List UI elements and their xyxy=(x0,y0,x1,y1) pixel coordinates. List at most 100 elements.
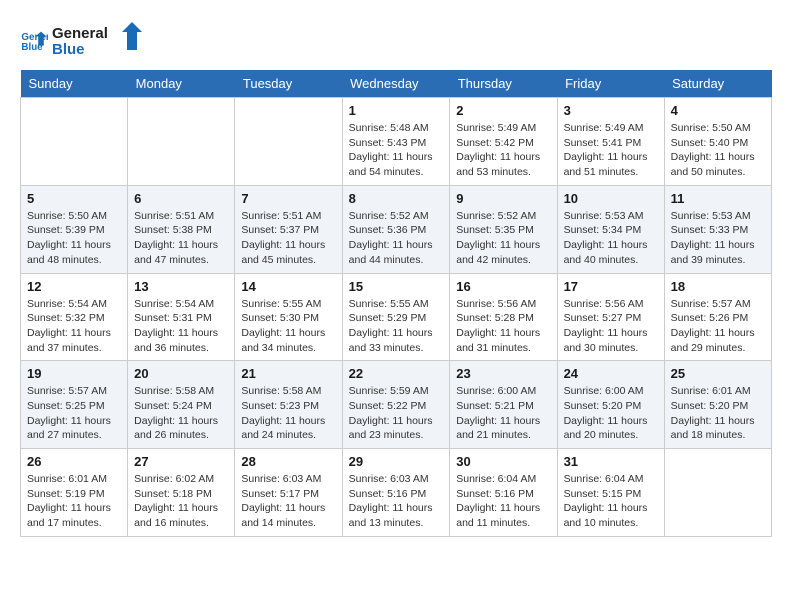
calendar-week-row: 19 Sunrise: 5:57 AMSunset: 5:25 PMDayligh… xyxy=(21,361,772,449)
calendar-day-cell: 19 Sunrise: 5:57 AMSunset: 5:25 PMDayligh… xyxy=(21,361,128,449)
calendar-week-row: 1 Sunrise: 5:48 AMSunset: 5:43 PMDaylight… xyxy=(21,98,772,186)
day-info: Sunrise: 5:51 AMSunset: 5:38 PMDaylight:… xyxy=(134,209,228,268)
day-info: Sunrise: 6:04 AMSunset: 5:16 PMDaylight:… xyxy=(456,472,550,531)
calendar-day-cell: 17 Sunrise: 5:56 AMSunset: 5:27 PMDayligh… xyxy=(557,273,664,361)
day-info: Sunrise: 5:49 AMSunset: 5:42 PMDaylight:… xyxy=(456,121,550,180)
calendar-week-row: 12 Sunrise: 5:54 AMSunset: 5:32 PMDayligh… xyxy=(21,273,772,361)
day-of-week-header: Tuesday xyxy=(235,70,342,98)
day-info: Sunrise: 5:52 AMSunset: 5:36 PMDaylight:… xyxy=(349,209,444,268)
calendar-day-cell: 30 Sunrise: 6:04 AMSunset: 5:16 PMDayligh… xyxy=(450,449,557,537)
day-number: 25 xyxy=(671,366,765,381)
logo-svg: General Blue xyxy=(52,20,142,60)
calendar-day-cell: 21 Sunrise: 5:58 AMSunset: 5:23 PMDayligh… xyxy=(235,361,342,449)
day-info: Sunrise: 5:57 AMSunset: 5:25 PMDaylight:… xyxy=(27,384,121,443)
day-info: Sunrise: 5:50 AMSunset: 5:39 PMDaylight:… xyxy=(27,209,121,268)
calendar-day-cell: 16 Sunrise: 5:56 AMSunset: 5:28 PMDayligh… xyxy=(450,273,557,361)
day-info: Sunrise: 5:50 AMSunset: 5:40 PMDaylight:… xyxy=(671,121,765,180)
day-number: 15 xyxy=(349,279,444,294)
calendar-day-cell: 6Sunrise: 5:51 AMSunset: 5:38 PMDaylight… xyxy=(128,185,235,273)
day-info: Sunrise: 6:03 AMSunset: 5:16 PMDaylight:… xyxy=(349,472,444,531)
day-number: 19 xyxy=(27,366,121,381)
day-number: 24 xyxy=(564,366,658,381)
day-of-week-header: Saturday xyxy=(664,70,771,98)
calendar-day-cell: 18 Sunrise: 5:57 AMSunset: 5:26 PMDayligh… xyxy=(664,273,771,361)
day-number: 3 xyxy=(564,103,658,118)
day-info: Sunrise: 6:04 AMSunset: 5:15 PMDaylight:… xyxy=(564,472,658,531)
calendar-day-cell: 1 Sunrise: 5:48 AMSunset: 5:43 PMDaylight… xyxy=(342,98,450,186)
day-info: Sunrise: 6:01 AMSunset: 5:20 PMDaylight:… xyxy=(671,384,765,443)
day-info: Sunrise: 5:57 AMSunset: 5:26 PMDaylight:… xyxy=(671,297,765,356)
calendar-day-cell: 12 Sunrise: 5:54 AMSunset: 5:32 PMDayligh… xyxy=(21,273,128,361)
day-number: 26 xyxy=(27,454,121,469)
day-number: 22 xyxy=(349,366,444,381)
day-number: 27 xyxy=(134,454,228,469)
calendar-day-cell: 29 Sunrise: 6:03 AMSunset: 5:16 PMDayligh… xyxy=(342,449,450,537)
calendar-day-cell: 24 Sunrise: 6:00 AMSunset: 5:20 PMDayligh… xyxy=(557,361,664,449)
day-info: Sunrise: 5:56 AMSunset: 5:27 PMDaylight:… xyxy=(564,297,658,356)
day-info: Sunrise: 5:56 AMSunset: 5:28 PMDaylight:… xyxy=(456,297,550,356)
calendar-day-cell: 3 Sunrise: 5:49 AMSunset: 5:41 PMDaylight… xyxy=(557,98,664,186)
calendar-day-cell xyxy=(128,98,235,186)
calendar-day-cell: 20Sunrise: 5:58 AMSunset: 5:24 PMDayligh… xyxy=(128,361,235,449)
calendar-day-cell: 15 Sunrise: 5:55 AMSunset: 5:29 PMDayligh… xyxy=(342,273,450,361)
calendar-day-cell: 5 Sunrise: 5:50 AMSunset: 5:39 PMDaylight… xyxy=(21,185,128,273)
day-number: 1 xyxy=(349,103,444,118)
calendar-day-cell: 28Sunrise: 6:03 AMSunset: 5:17 PMDayligh… xyxy=(235,449,342,537)
logo: General Blue General Blue xyxy=(20,20,142,60)
day-number: 17 xyxy=(564,279,658,294)
day-number: 30 xyxy=(456,454,550,469)
calendar-day-cell xyxy=(21,98,128,186)
day-number: 12 xyxy=(27,279,121,294)
day-number: 29 xyxy=(349,454,444,469)
day-info: Sunrise: 5:55 AMSunset: 5:29 PMDaylight:… xyxy=(349,297,444,356)
calendar-day-cell: 13Sunrise: 5:54 AMSunset: 5:31 PMDayligh… xyxy=(128,273,235,361)
calendar-day-cell: 23 Sunrise: 6:00 AMSunset: 5:21 PMDayligh… xyxy=(450,361,557,449)
day-info: Sunrise: 5:55 AMSunset: 5:30 PMDaylight:… xyxy=(241,297,335,356)
day-info: Sunrise: 5:49 AMSunset: 5:41 PMDaylight:… xyxy=(564,121,658,180)
svg-text:General: General xyxy=(52,25,108,42)
day-number: 18 xyxy=(671,279,765,294)
calendar-day-cell: 27 Sunrise: 6:02 AMSunset: 5:18 PMDayligh… xyxy=(128,449,235,537)
day-number: 21 xyxy=(241,366,335,381)
day-info: Sunrise: 5:54 AMSunset: 5:32 PMDaylight:… xyxy=(27,297,121,356)
day-number: 8 xyxy=(349,191,444,206)
calendar-day-cell: 8 Sunrise: 5:52 AMSunset: 5:36 PMDaylight… xyxy=(342,185,450,273)
day-of-week-header: Monday xyxy=(128,70,235,98)
calendar-day-cell: 26 Sunrise: 6:01 AMSunset: 5:19 PMDayligh… xyxy=(21,449,128,537)
day-of-week-header: Wednesday xyxy=(342,70,450,98)
calendar-day-cell xyxy=(235,98,342,186)
calendar-table: SundayMondayTuesdayWednesdayThursdayFrid… xyxy=(20,70,772,537)
day-info: Sunrise: 5:52 AMSunset: 5:35 PMDaylight:… xyxy=(456,209,550,268)
logo-icon: General Blue xyxy=(20,26,48,54)
day-number: 28 xyxy=(241,454,335,469)
day-info: Sunrise: 5:58 AMSunset: 5:23 PMDaylight:… xyxy=(241,384,335,443)
calendar-day-cell: 2Sunrise: 5:49 AMSunset: 5:42 PMDaylight… xyxy=(450,98,557,186)
day-info: Sunrise: 5:48 AMSunset: 5:43 PMDaylight:… xyxy=(349,121,444,180)
day-info: Sunrise: 6:02 AMSunset: 5:18 PMDaylight:… xyxy=(134,472,228,531)
day-info: Sunrise: 5:59 AMSunset: 5:22 PMDaylight:… xyxy=(349,384,444,443)
day-info: Sunrise: 6:00 AMSunset: 5:21 PMDaylight:… xyxy=(456,384,550,443)
day-number: 7 xyxy=(241,191,335,206)
day-number: 9 xyxy=(456,191,550,206)
calendar-week-row: 26 Sunrise: 6:01 AMSunset: 5:19 PMDayligh… xyxy=(21,449,772,537)
day-number: 13 xyxy=(134,279,228,294)
calendar-week-row: 5 Sunrise: 5:50 AMSunset: 5:39 PMDaylight… xyxy=(21,185,772,273)
calendar-day-cell: 25 Sunrise: 6:01 AMSunset: 5:20 PMDayligh… xyxy=(664,361,771,449)
day-number: 23 xyxy=(456,366,550,381)
day-number: 5 xyxy=(27,191,121,206)
calendar-day-cell: 10Sunrise: 5:53 AMSunset: 5:34 PMDayligh… xyxy=(557,185,664,273)
day-of-week-header: Sunday xyxy=(21,70,128,98)
day-info: Sunrise: 6:00 AMSunset: 5:20 PMDaylight:… xyxy=(564,384,658,443)
day-info: Sunrise: 6:01 AMSunset: 5:19 PMDaylight:… xyxy=(27,472,121,531)
day-number: 16 xyxy=(456,279,550,294)
day-number: 31 xyxy=(564,454,658,469)
calendar-day-cell xyxy=(664,449,771,537)
day-info: Sunrise: 5:53 AMSunset: 5:33 PMDaylight:… xyxy=(671,209,765,268)
day-of-week-header: Thursday xyxy=(450,70,557,98)
day-info: Sunrise: 5:53 AMSunset: 5:34 PMDaylight:… xyxy=(564,209,658,268)
calendar-day-cell: 22 Sunrise: 5:59 AMSunset: 5:22 PMDayligh… xyxy=(342,361,450,449)
calendar-day-cell: 31 Sunrise: 6:04 AMSunset: 5:15 PMDayligh… xyxy=(557,449,664,537)
svg-text:Blue: Blue xyxy=(52,41,85,58)
day-info: Sunrise: 5:58 AMSunset: 5:24 PMDaylight:… xyxy=(134,384,228,443)
calendar-day-cell: 14Sunrise: 5:55 AMSunset: 5:30 PMDayligh… xyxy=(235,273,342,361)
